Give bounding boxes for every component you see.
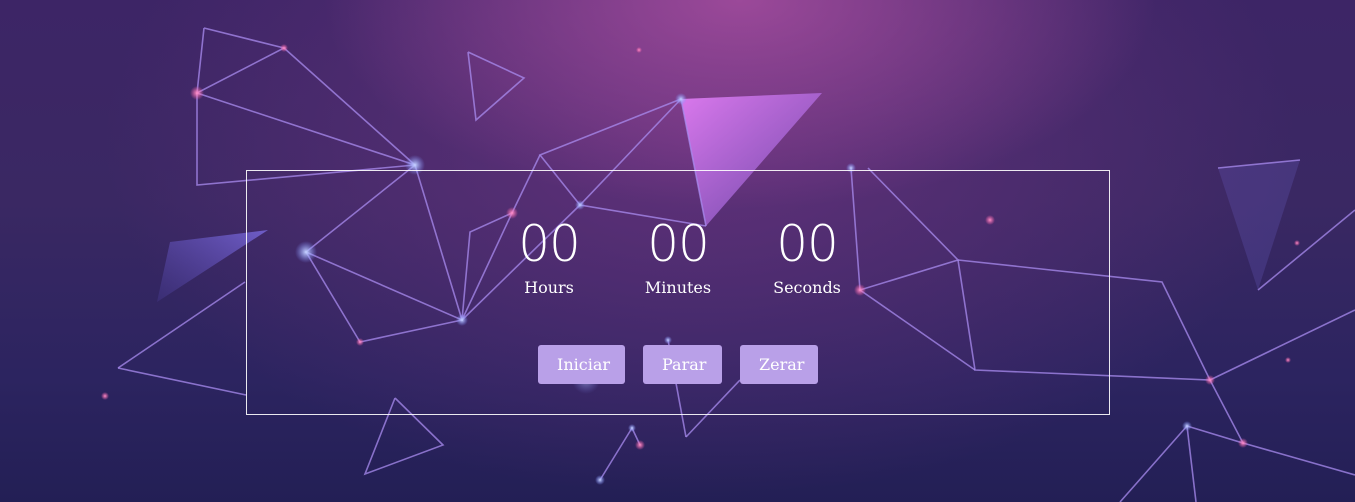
minutes-value: 00 (647, 215, 710, 273)
seconds-value: 00 (776, 215, 839, 273)
timer-controls: Iniciar Parar Zerar (247, 345, 1109, 384)
shard-shape (1218, 160, 1300, 290)
hours-label: Hours (524, 278, 574, 297)
seconds-label: Seconds (773, 278, 841, 297)
start-button[interactable]: Iniciar (538, 345, 625, 384)
hours-value: 00 (518, 215, 581, 273)
minutes-label: Minutes (644, 278, 712, 297)
reset-button[interactable]: Zerar (740, 345, 818, 384)
stop-button[interactable]: Parar (643, 345, 722, 384)
seconds-unit: 00 Seconds (743, 216, 872, 298)
minutes-unit: 00 Minutes (614, 216, 743, 298)
time-display: 00 Hours 00 Minutes 00 Seconds (247, 216, 1109, 298)
hours-unit: 00 Hours (485, 216, 614, 298)
stopwatch-panel: 00 Hours 00 Minutes 00 Seconds Iniciar P… (246, 170, 1110, 415)
